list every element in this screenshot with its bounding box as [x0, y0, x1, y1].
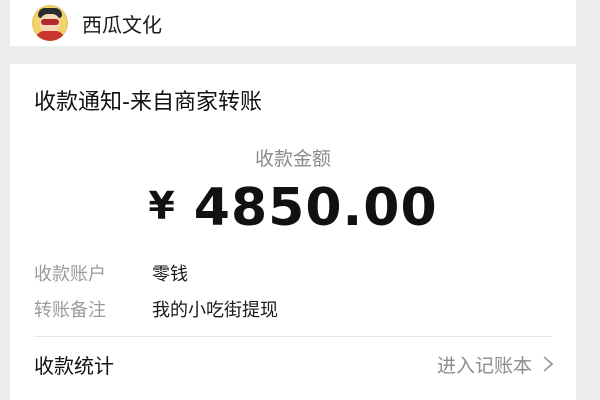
amount-number: 4850.00 [193, 178, 438, 238]
payment-stats-label: 收款统计 [34, 353, 114, 378]
payment-stats-link[interactable]: 收款统计 进入记账本 [34, 346, 554, 382]
divider [34, 336, 552, 337]
currency-symbol: ¥ [148, 184, 176, 228]
payment-notice-screen: 西瓜文化 收款通知-来自商家转账 收款金额 ¥4850.00 收款账户 零钱 转… [0, 0, 600, 400]
transfer-note-value: 我的小吃街提现 [152, 300, 278, 321]
avatar-glasses [41, 19, 59, 25]
receiving-account-value: 零钱 [152, 264, 188, 285]
avatar[interactable] [32, 5, 68, 41]
receiving-account-label: 收款账户 [34, 264, 106, 285]
open-ledger-label: 进入记账本 [436, 354, 532, 377]
chevron-right-icon [543, 356, 554, 372]
notice-card[interactable]: 收款通知-来自商家转账 收款金额 ¥4850.00 收款账户 零钱 转账备注 我… [10, 64, 576, 400]
amount-label: 收款金额 [254, 148, 331, 170]
transfer-note-label: 转账备注 [34, 300, 106, 321]
account-name[interactable]: 西瓜文化 [82, 9, 162, 38]
open-ledger-link[interactable]: 进入记账本 [437, 351, 554, 378]
official-account-header[interactable]: 西瓜文化 [10, 0, 576, 46]
notice-title: 收款通知-来自商家转账 [34, 90, 262, 115]
receiving-account-row: 收款账户 零钱 [34, 260, 188, 286]
avatar-shirt [36, 31, 64, 41]
amount-value: ¥4850.00 [10, 178, 576, 238]
transfer-note-row: 转账备注 我的小吃街提现 [34, 296, 278, 322]
